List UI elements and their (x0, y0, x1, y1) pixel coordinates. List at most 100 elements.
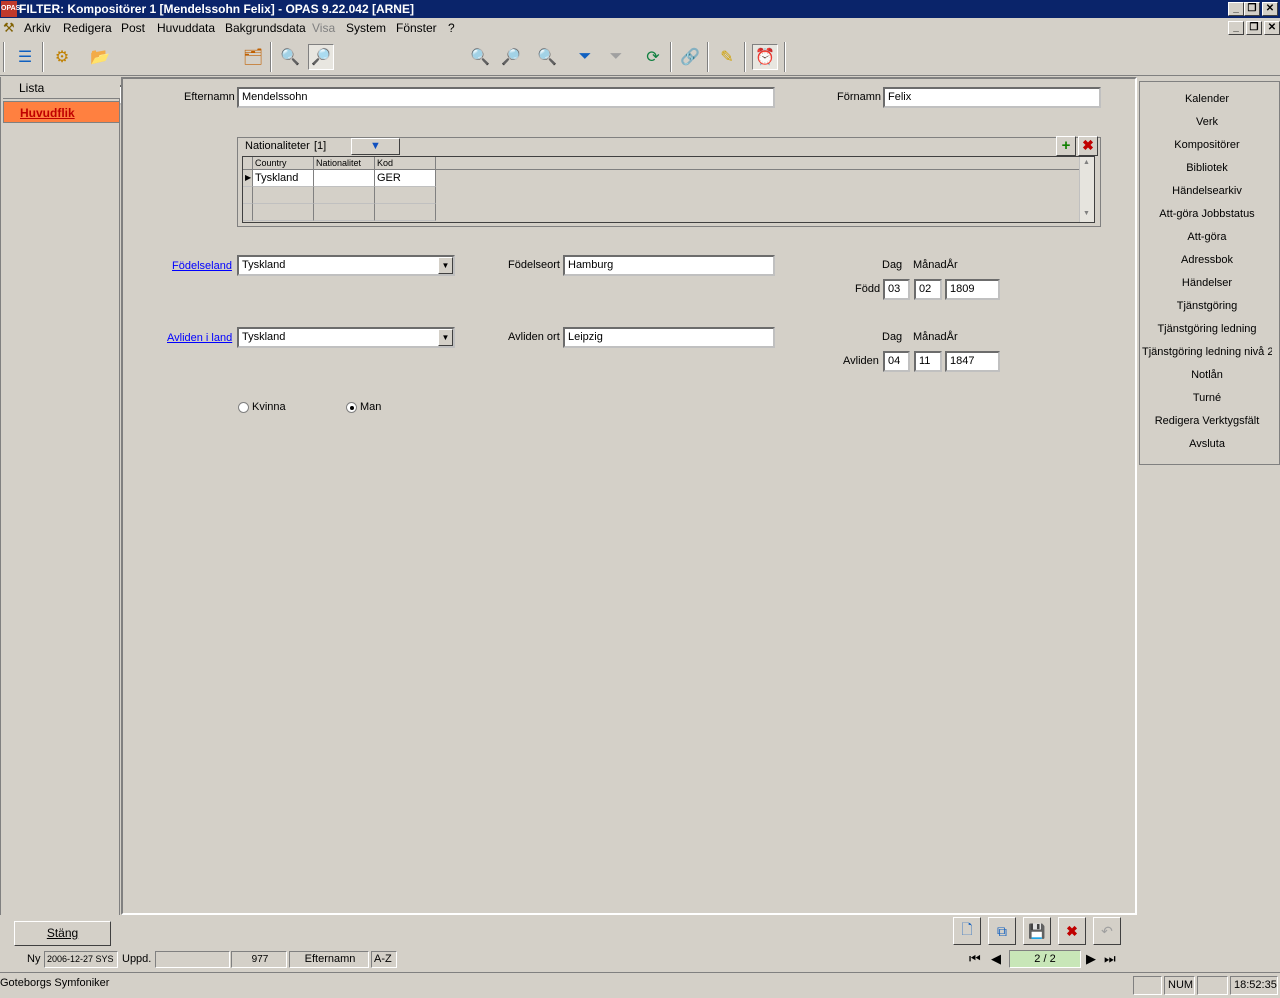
shortcut-adressbok[interactable]: Adressbok (1140, 254, 1274, 266)
scroll-up-icon[interactable]: ▲ (1083, 159, 1090, 166)
nav-prev-icon[interactable]: ◀ (991, 951, 1001, 967)
menu-redigera[interactable]: Redigera (63, 21, 112, 35)
search-icon[interactable]: 🔍 (277, 44, 303, 70)
shortcut-att-gora-jobbstatus[interactable]: Att-göra Jobbstatus (1140, 208, 1274, 220)
folder-open-icon[interactable]: 📂 (87, 44, 113, 70)
grid-header-country[interactable]: Country (253, 157, 314, 170)
menu-arkiv[interactable]: Arkiv (24, 21, 51, 35)
grid-cell-empty[interactable] (253, 187, 314, 204)
undo-button[interactable]: ↶ (1093, 917, 1121, 945)
efternamn-field[interactable]: Mendelssohn (237, 87, 775, 108)
tab-huvudflik[interactable]: Huvudflik (3, 101, 120, 123)
shortcut-kompositorer[interactable]: Kompositörer (1140, 139, 1274, 151)
clock-icon[interactable]: ⏰ (752, 44, 778, 70)
tab-lista[interactable]: Lista (3, 77, 120, 99)
record-position: 2 / 2 (1009, 950, 1081, 968)
shortcut-handelser[interactable]: Händelser (1140, 277, 1274, 289)
grid-cell-empty[interactable] (314, 204, 375, 221)
mdi-minimize-button[interactable]: _ (1228, 21, 1244, 35)
nav-last-icon[interactable]: ⏭ (1104, 951, 1116, 967)
window-title: FILTER: Kompositörer 1 [Mendelssohn Feli… (19, 2, 414, 16)
menu-system[interactable]: System (346, 21, 386, 35)
shortcut-att-gora[interactable]: Att-göra (1140, 231, 1274, 243)
filter-icon[interactable]: ⏷ (572, 44, 598, 70)
stang-button[interactable]: Stäng (14, 921, 111, 946)
man-radio[interactable] (346, 402, 357, 413)
grid-cell-empty[interactable] (375, 204, 436, 221)
new-record-button[interactable]: 🗋 (953, 917, 981, 945)
grid-cell-empty[interactable] (314, 187, 375, 204)
restore-button[interactable]: ❐ (1244, 2, 1260, 16)
menu-app-icon[interactable]: ⚒ (3, 20, 15, 36)
avliden-ar-field[interactable]: 1847 (945, 351, 1000, 372)
shortcut-tjanstgoring-ledning[interactable]: Tjänstgöring ledning (1140, 323, 1274, 335)
grid-cell-kod[interactable]: GER (375, 170, 436, 187)
chevron-down-icon[interactable]: ▼ (438, 257, 453, 274)
nav-first-icon[interactable]: ⏮ (969, 951, 981, 967)
shortcut-turne[interactable]: Turné (1140, 392, 1274, 404)
avliden-land-dropdown[interactable]: Tyskland ▼ (237, 327, 455, 348)
menu-fonster[interactable]: Fönster (396, 21, 437, 35)
fodd-manad-field[interactable]: 02 (914, 279, 942, 300)
menu-huvuddata[interactable]: Huvuddata (157, 21, 215, 35)
nav-next-icon[interactable]: ▶ (1086, 951, 1096, 967)
expand-nationaliteter-button[interactable]: ▼ (351, 138, 400, 155)
shortcut-verk[interactable]: Verk (1140, 116, 1274, 128)
filter-remove-icon[interactable]: ⏷ (603, 44, 629, 70)
grid-scrollbar[interactable]: ▲ ▼ (1079, 157, 1094, 222)
save-folder-icon[interactable]: 🗂 (240, 44, 266, 70)
delete-button[interactable]: ✖ (1058, 917, 1086, 945)
find-next-icon[interactable]: 🔍 (534, 44, 560, 70)
find-record-icon[interactable]: 🔍 (467, 44, 493, 70)
fodelseland-dropdown[interactable]: Tyskland ▼ (237, 255, 455, 276)
zoom-icon[interactable]: 🔎 (498, 44, 524, 70)
man-label[interactable]: Man (360, 401, 381, 413)
fodd-ar-field[interactable]: 1809 (945, 279, 1000, 300)
shortcut-tjanstgoring-ledning-niva-2[interactable]: Tjänstgöring ledning nivå 2 (1142, 346, 1272, 358)
grid-header-kod[interactable]: Kod (375, 157, 436, 170)
shortcut-notlan[interactable]: Notlån (1140, 369, 1274, 381)
fodelseort-field[interactable]: Hamburg (563, 255, 775, 276)
text-list-icon[interactable]: ☰ (12, 44, 38, 70)
menu-bakgrundsdata[interactable]: Bakgrundsdata (225, 21, 306, 35)
grid-cell-empty[interactable] (375, 187, 436, 204)
kvinna-radio[interactable] (238, 402, 249, 413)
shortcut-handelsearkiv[interactable]: Händelsearkiv (1140, 185, 1274, 197)
fodelseland-link[interactable]: Födelseland (172, 260, 232, 272)
search-active-icon[interactable]: 🔎 (308, 44, 334, 70)
avliden-dag-field[interactable]: 04 (883, 351, 910, 372)
scroll-down-icon[interactable]: ▼ (1083, 210, 1090, 217)
edit-icon[interactable]: ✎ (714, 44, 740, 70)
chevron-down-icon[interactable]: ▼ (438, 329, 453, 346)
menu-help[interactable]: ? (448, 21, 455, 35)
grid-cell-empty[interactable] (253, 204, 314, 221)
delete-row-button[interactable]: ✖ (1078, 136, 1098, 156)
menu-visa[interactable]: Visa (312, 21, 335, 35)
copy-record-button[interactable]: ⧉ (988, 917, 1016, 945)
avliden-manad-field[interactable]: 11 (914, 351, 942, 372)
fodd-dag-field[interactable]: 03 (883, 279, 910, 300)
avliden-land-link[interactable]: Avliden i land (167, 332, 232, 344)
refresh-icon[interactable]: ⟳ (640, 44, 666, 70)
grid-cell-nationalitet[interactable] (314, 170, 375, 187)
fornamn-field[interactable]: Felix (883, 87, 1101, 108)
shortcut-bibliotek[interactable]: Bibliotek (1140, 162, 1274, 174)
grid-header-nationalitet[interactable]: Nationalitet (314, 157, 375, 170)
fodelseland-value: Tyskland (242, 259, 286, 271)
save-button[interactable]: 💾 (1023, 917, 1051, 945)
shortcut-tjanstgoring[interactable]: Tjänstgöring (1140, 300, 1274, 312)
gear-icon[interactable]: ⚙ (49, 44, 75, 70)
add-row-button[interactable]: + (1056, 136, 1076, 156)
mdi-restore-button[interactable]: ❐ (1246, 21, 1262, 35)
menu-post[interactable]: Post (121, 21, 145, 35)
link-icon[interactable]: 🔗 (677, 44, 703, 70)
avliden-ort-field[interactable]: Leipzig (563, 327, 775, 348)
shortcut-avsluta[interactable]: Avsluta (1140, 438, 1274, 450)
mdi-close-button[interactable]: ✕ (1264, 21, 1280, 35)
shortcut-kalender[interactable]: Kalender (1140, 93, 1274, 105)
close-button[interactable]: ✕ (1262, 2, 1278, 16)
minimize-button[interactable]: _ (1228, 2, 1244, 16)
kvinna-label[interactable]: Kvinna (252, 401, 286, 413)
grid-cell-country[interactable]: Tyskland (253, 170, 314, 187)
shortcut-redigera-verktygsfalt[interactable]: Redigera Verktygsfält (1140, 415, 1274, 427)
